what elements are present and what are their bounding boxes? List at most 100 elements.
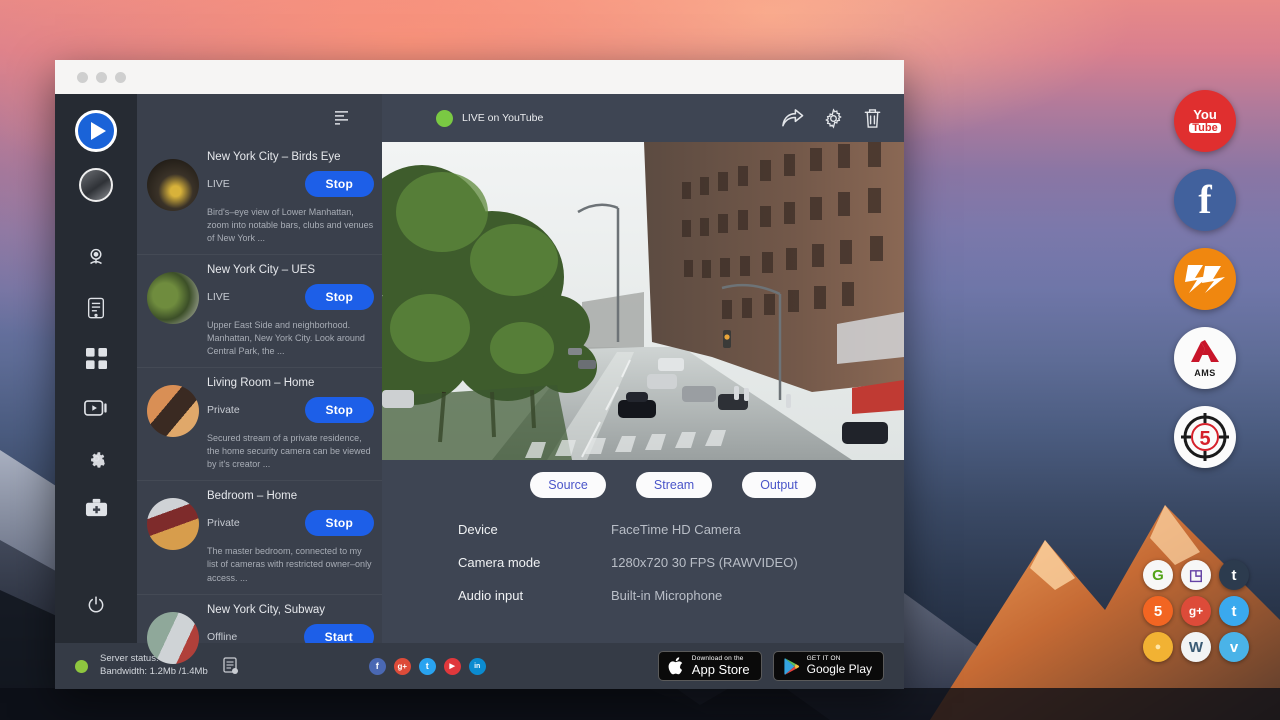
youtube-label-bottom: Tube (1189, 123, 1220, 133)
tab-source[interactable]: Source (530, 472, 606, 498)
adobe-a-icon (1190, 339, 1220, 363)
svg-text:5: 5 (1199, 428, 1210, 450)
social-glyph: g+ (397, 662, 407, 671)
camera-title: Living Room – Home (207, 377, 374, 389)
camera-thumbnail (147, 272, 199, 324)
video-icon (84, 398, 108, 418)
property-row: Device FaceTime HD Camera (458, 522, 904, 537)
launcher-facebook[interactable]: f (1174, 169, 1236, 231)
wowza-lightning-icon (1183, 262, 1227, 296)
power-icon (86, 595, 106, 615)
rail-item-devices[interactable] (76, 288, 116, 328)
rail-item-power[interactable] (76, 585, 116, 625)
app-store-large-label: App Store (692, 663, 750, 677)
rail-item-support[interactable] (76, 488, 116, 528)
camera-icon (85, 247, 107, 269)
camera-title: Bedroom – Home (207, 490, 374, 502)
user-avatar[interactable] (79, 168, 113, 202)
camera-status: LIVE (207, 178, 230, 190)
log-icon[interactable] (223, 657, 239, 675)
launcher-wowza[interactable] (1174, 248, 1236, 310)
youtube-label-top: You (1193, 107, 1217, 122)
camera-title: New York City, Subway (207, 604, 374, 616)
camera-action-button[interactable]: Stop (305, 397, 374, 423)
youtube-icon[interactable]: ▶ (444, 658, 461, 675)
rail-item-cameras[interactable] (76, 238, 116, 278)
mini-icon-glyph: g+ (1189, 604, 1203, 618)
mini-sun-icon[interactable]: ● (1143, 632, 1173, 662)
mini-icon-glyph: t (1232, 603, 1237, 620)
window-titlebar (55, 60, 904, 94)
apple-icon (668, 656, 685, 676)
rail-item-dashboard[interactable] (76, 338, 116, 378)
window-body: New York City – Birds Eye LIVE Stop Bird… (55, 94, 904, 643)
google-play-badge[interactable]: GET IT ON Google Play (773, 651, 884, 681)
camera-list-item[interactable]: New York City – Birds Eye LIVE Stop Bird… (137, 142, 382, 255)
trash-icon[interactable] (863, 108, 882, 129)
tab-output[interactable]: Output (742, 472, 816, 498)
gear-icon (86, 448, 107, 469)
server-status-dot (75, 660, 88, 673)
mini-icon-glyph: 5 (1154, 603, 1162, 620)
property-value[interactable]: Built-in Microphone (611, 588, 722, 603)
desktop-mini-launcher: G ◳ t 5 g+ t ● W v (1140, 560, 1252, 662)
live-status-label: LIVE on YouTube (462, 112, 543, 124)
desktop-launcher: You Tube f AMS 5 (1174, 90, 1238, 485)
property-label: Device (458, 522, 611, 537)
camera-action-button[interactable]: Stop (305, 284, 374, 310)
mini-five-icon[interactable]: 5 (1143, 596, 1173, 626)
camera-thumbnail (147, 385, 199, 437)
social-glyph: t (426, 661, 429, 671)
server-status-text: Server status: OK Bandwidth: 1.2Mb /1.4M… (100, 653, 208, 679)
social-links: f g+ t ▶ in (369, 658, 486, 675)
linkedin-icon[interactable]: in (469, 658, 486, 675)
window-maximize-button[interactable] (115, 72, 126, 83)
mini-icon-glyph: ● (1155, 641, 1162, 653)
app-logo-play[interactable] (75, 110, 117, 152)
rail-item-settings[interactable] (76, 438, 116, 478)
grid-icon (86, 348, 107, 369)
camera-list-item[interactable]: Living Room – Home Private Stop Secured … (137, 368, 382, 481)
googleplus-icon[interactable]: g+ (394, 658, 411, 675)
gear-icon[interactable] (823, 108, 844, 129)
launcher-adobe-ams[interactable]: AMS (1174, 327, 1236, 389)
target-five-icon: 5 (1179, 411, 1231, 463)
camera-description: Secured stream of a private residence, t… (207, 432, 374, 471)
mini-icon-glyph: t (1232, 567, 1237, 584)
camera-thumbnail (147, 612, 199, 664)
camera-thumbnail (147, 498, 199, 550)
camera-status: LIVE (207, 291, 230, 303)
live-status: LIVE on YouTube (436, 110, 543, 127)
twitter-icon[interactable]: t (419, 658, 436, 675)
property-value[interactable]: FaceTime HD Camera (611, 522, 741, 537)
mini-wordpress-icon[interactable]: W (1181, 632, 1211, 662)
topbar-actions (781, 108, 882, 129)
video-preview[interactable] (382, 142, 904, 460)
mini-twitter-icon[interactable]: t (1219, 596, 1249, 626)
mini-groupon-icon[interactable]: G (1143, 560, 1173, 590)
sort-icon[interactable] (334, 110, 352, 126)
app-store-badge[interactable]: Download on the App Store (658, 651, 762, 681)
google-play-large-label: Google Play (807, 663, 872, 676)
window-minimize-button[interactable] (96, 72, 107, 83)
camera-list-item[interactable]: New York City – UES LIVE Stop Upper East… (137, 255, 382, 368)
mini-icon-glyph: G (1152, 567, 1164, 584)
camera-status: Private (207, 517, 240, 529)
camera-action-button[interactable]: Stop (305, 510, 374, 536)
property-label: Audio input (458, 588, 611, 603)
mini-twitch-icon[interactable]: ◳ (1181, 560, 1211, 590)
camera-list-panel: New York City – Birds Eye LIVE Stop Bird… (137, 94, 382, 643)
mini-tumblr-icon[interactable]: t (1219, 560, 1249, 590)
launcher-youtube[interactable]: You Tube (1174, 90, 1236, 152)
camera-list-item[interactable]: Bedroom – Home Private Stop The master b… (137, 481, 382, 594)
tab-stream[interactable]: Stream (636, 472, 712, 498)
launcher-channel-five[interactable]: 5 (1174, 406, 1236, 468)
camera-action-button[interactable]: Stop (305, 171, 374, 197)
mini-vimeo-icon[interactable]: v (1219, 632, 1249, 662)
property-value[interactable]: 1280x720 30 FPS (RAWVIDEO) (611, 555, 798, 570)
share-icon[interactable] (781, 108, 804, 128)
rail-item-recordings[interactable] (76, 388, 116, 428)
mini-googleplus-icon[interactable]: g+ (1181, 596, 1211, 626)
window-close-button[interactable] (77, 72, 88, 83)
facebook-icon[interactable]: f (369, 658, 386, 675)
